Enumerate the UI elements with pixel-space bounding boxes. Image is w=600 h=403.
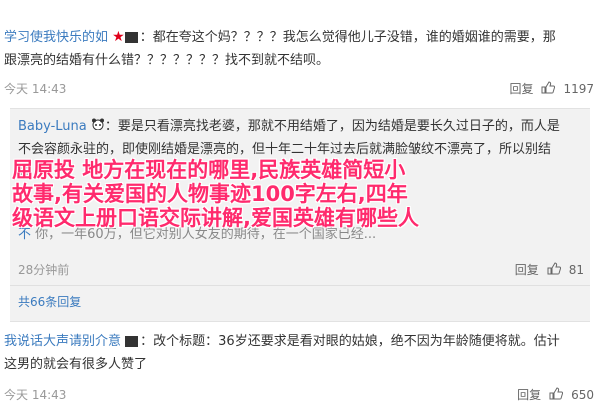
- overlay-line-3: 级语文上册口语交际讲解,爱国英雄有哪些人: [12, 206, 419, 230]
- comment-1-body: 学习使我快乐的如 ★ ：都在夸这个妈？？？？我怎么觉得他儿子没错，谁的婚姻谁的需要…: [4, 26, 592, 72]
- comment-1-text-line1: ：都在夸这个妈？？？？我怎么觉得他儿子没错，谁的婚姻谁的需要，那: [139, 30, 556, 45]
- comment-2-username[interactable]: 我说话大声请别介意: [4, 334, 121, 349]
- reply-1-username[interactable]: Baby-Luna: [18, 119, 87, 134]
- comment-2-time: 今天 14:43: [4, 388, 67, 402]
- reply-reply-button[interactable]: 回复: [515, 261, 539, 278]
- like-icon[interactable]: [547, 261, 561, 278]
- reply-actions: 回复 81: [515, 261, 584, 278]
- vip-badge-icon: [125, 336, 139, 347]
- comment-2-body: 我说话大声请别介意 ：改个标题：36岁还要求是看对眼的姑娘，绝不因为年龄随便将就…: [4, 330, 592, 376]
- comment-1-text-line2: 跟漂亮的结婚有什么错？？？？？？？找不到就不结呗。: [4, 53, 330, 68]
- reply-1-line2: 不会容颜永驻的，即使刚结婚是漂亮的，但十年二十年过去后就满脸皱纹不漂亮了，所以别…: [18, 142, 552, 157]
- comment-2-actions: 回复 650: [517, 386, 594, 403]
- reply-time: 28分钟前: [18, 263, 70, 277]
- comment-1-actions: 回复 1197: [509, 80, 594, 97]
- comment-2: 我说话大声请别介意 ：改个标题：36岁还要求是看对眼的姑娘，绝不因为年龄随便将就…: [0, 326, 600, 403]
- star-icon: ★: [112, 29, 125, 45]
- comment-2-like-count: 650: [571, 387, 594, 402]
- reply-1-line1: ：要是只看漂亮找老婆，那就不用结婚了，因为结婚是要长久过日子的，而人是: [104, 119, 560, 134]
- more-replies-link[interactable]: 共66条回复: [18, 293, 81, 310]
- overlay-line-1: 屈原投 地方在现在的哪里,民族英雄简短小: [12, 158, 406, 182]
- reply-like-count: 81: [568, 262, 584, 277]
- comment-1-time: 今天 14:43: [4, 82, 67, 96]
- overlay-line-2: 故事,有关爱国的人物事迹100字左右,四年: [12, 182, 408, 206]
- comment-2-text-line1: ：改个标题：36岁还要求是看对眼的姑娘，绝不因为年龄随便将就。估计: [140, 334, 560, 349]
- panda-avatar-icon: [91, 115, 105, 138]
- like-icon[interactable]: [541, 80, 556, 97]
- comment-1-like-count: 1197: [563, 81, 594, 96]
- comment-1-username[interactable]: 学习使我快乐的如: [4, 30, 108, 45]
- like-icon[interactable]: [549, 386, 564, 403]
- comment-1: 学习使我快乐的如 ★ ：都在夸这个妈？？？？我怎么觉得他儿子没错，谁的婚姻谁的需要…: [0, 0, 600, 100]
- comment-2-text-line2: 这男的就会有很多人赞了: [4, 357, 148, 372]
- comment-1-reply-button[interactable]: 回复: [509, 80, 533, 97]
- vip-badge-icon: [124, 32, 138, 43]
- overlay-headline: 屈原投 地方在现在的哪里,民族英雄简短小 故事,有关爱国的人物事迹100字左右,…: [12, 158, 582, 230]
- comment-2-reply-button[interactable]: 回复: [517, 386, 541, 403]
